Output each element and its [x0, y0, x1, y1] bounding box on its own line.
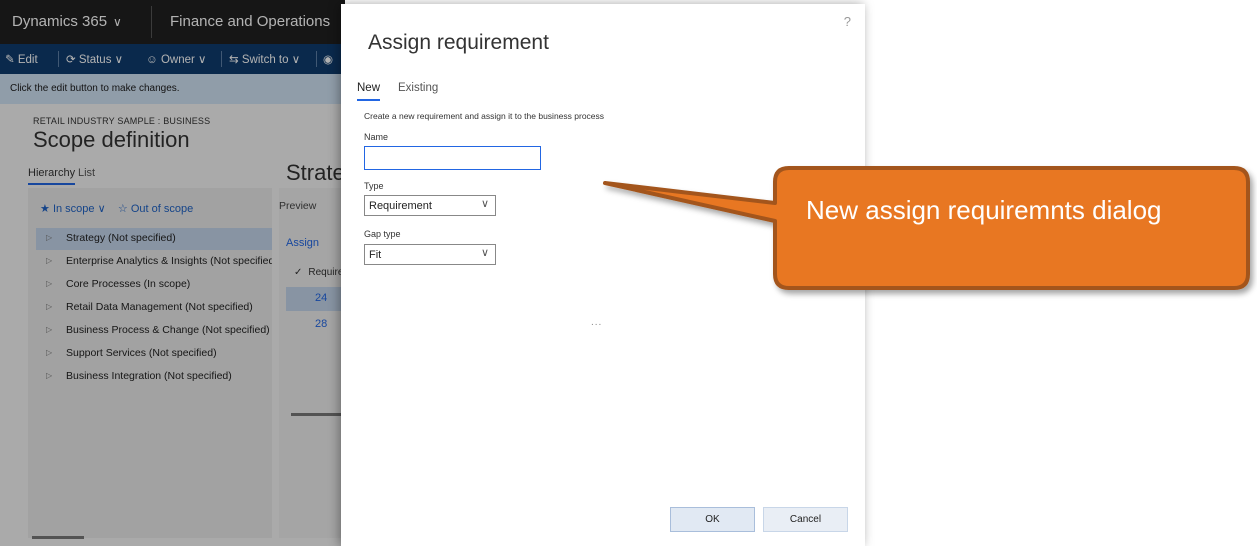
help-icon[interactable]: ?	[844, 14, 851, 29]
modal-overlay	[0, 0, 345, 546]
gap-type-value: Fit	[369, 249, 382, 261]
name-label: Name	[364, 132, 389, 142]
tab-new[interactable]: New	[357, 82, 381, 101]
loading-ellipsis: ...	[591, 317, 603, 328]
assign-requirement-dialog: ? Assign requirement New Existing Create…	[341, 4, 865, 546]
gap-type-label: Gap type	[364, 229, 401, 239]
name-field[interactable]	[364, 146, 541, 170]
app-window: Dynamics 365 ∨ Finance and Operations ✎ E…	[0, 0, 345, 546]
dialog-title: Assign requirement	[368, 31, 549, 54]
type-select[interactable]: Requirement ∨	[364, 195, 496, 216]
dialog-description: Create a new requirement and assign it t…	[364, 111, 605, 121]
type-label: Type	[364, 181, 384, 191]
chevron-down-icon: ∨	[480, 247, 489, 259]
gap-type-select[interactable]: Fit ∨	[364, 244, 496, 265]
callout-text: New assign requiremnts dialog	[806, 195, 1162, 225]
tab-existing[interactable]: Existing	[398, 82, 438, 94]
ok-button[interactable]: OK	[670, 507, 755, 532]
chevron-down-icon: ∨	[480, 198, 489, 210]
cancel-button[interactable]: Cancel	[763, 507, 848, 532]
type-value: Requirement	[369, 200, 432, 212]
